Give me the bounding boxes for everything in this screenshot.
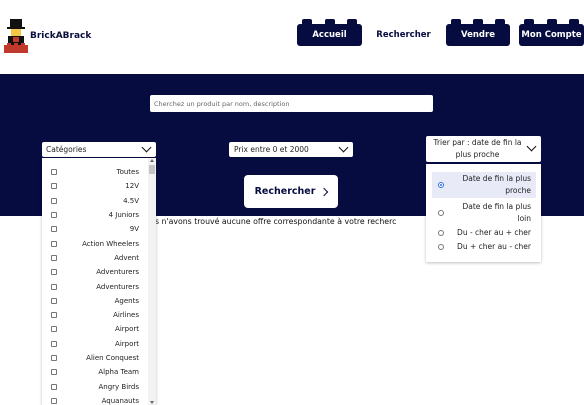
header: BrickABrack Accueil Rechercher Vendre Mo… xyxy=(0,0,584,70)
checkbox[interactable] xyxy=(51,369,57,376)
checkbox[interactable] xyxy=(51,397,57,404)
nav-search-label: Rechercher xyxy=(376,30,431,40)
category-label: Advent xyxy=(114,253,139,262)
search-input[interactable] xyxy=(150,95,433,112)
category-label: Toutes xyxy=(116,168,139,177)
checkbox[interactable] xyxy=(51,269,57,276)
sort-option-label: Du - cher au + cher xyxy=(457,228,531,237)
checkbox[interactable] xyxy=(51,254,57,261)
sort-options-list: Date de fin la plus proche Date de fin l… xyxy=(426,164,541,262)
search-button-label: Rechercher xyxy=(254,186,316,197)
sort-option[interactable]: Du - cher au + cher xyxy=(432,227,536,239)
category-item[interactable]: 12V xyxy=(42,179,147,193)
category-item[interactable]: Toutes xyxy=(42,165,147,179)
checkbox[interactable] xyxy=(51,383,57,390)
sort-option-label: Date de fin la plus loin xyxy=(462,202,532,223)
nav-sell-button[interactable]: Vendre xyxy=(446,19,510,46)
category-item[interactable]: Airport xyxy=(42,337,147,351)
nav-search-button[interactable]: Rechercher xyxy=(371,24,436,46)
radio-icon[interactable] xyxy=(438,230,444,236)
category-label: Adventurers xyxy=(96,282,139,291)
category-label: Airport xyxy=(115,325,139,334)
categories-select-label: Catégories xyxy=(46,145,87,154)
category-label: Action Wheelers xyxy=(82,239,139,248)
category-label: Agents xyxy=(114,296,139,305)
category-label: 4 Juniors xyxy=(108,211,139,220)
sort-select-label: Trier par : date de fin la plus proche xyxy=(433,138,522,159)
category-item[interactable]: Airlines xyxy=(42,308,147,322)
chevron-down-icon xyxy=(141,142,152,153)
category-item[interactable]: Agents xyxy=(42,294,147,308)
category-label: 12V xyxy=(125,182,139,191)
category-label: Alpha Team xyxy=(98,368,139,377)
radio-icon[interactable] xyxy=(438,210,444,216)
checkbox[interactable] xyxy=(51,297,57,304)
categories-select[interactable]: Catégories xyxy=(42,142,156,157)
sort-select[interactable]: Trier par : date de fin la plus proche xyxy=(426,136,541,162)
nav-home-button[interactable]: Accueil xyxy=(297,19,362,46)
scroll-down-icon[interactable] xyxy=(150,401,154,404)
sort-option[interactable]: Du + cher au - cher xyxy=(432,241,536,253)
category-label: Airport xyxy=(115,339,139,348)
chevron-down-icon xyxy=(338,142,349,153)
checkbox[interactable] xyxy=(51,355,57,362)
category-label: 4.5V xyxy=(123,196,139,205)
categories-list: Toutes 12V 4.5V 4 Juniors 9V Action Wheelers A… xyxy=(42,158,156,405)
search-button[interactable]: Rechercher xyxy=(244,175,338,208)
scroll-up-icon[interactable] xyxy=(150,159,154,162)
chevron-down-icon xyxy=(526,141,537,152)
category-item[interactable]: 4 Juniors xyxy=(42,208,147,222)
category-label: Aquanauts xyxy=(101,396,139,405)
category-item[interactable]: Adventurers xyxy=(42,279,147,293)
category-label: Adventurers xyxy=(96,268,139,277)
category-item[interactable]: Alien Conquest xyxy=(42,351,147,365)
page: BrickABrack Accueil Rechercher Vendre Mo… xyxy=(0,0,584,405)
checkbox[interactable] xyxy=(51,326,57,333)
nav-account-label: Mon Compte xyxy=(521,30,582,40)
category-label: 9V xyxy=(129,225,139,234)
no-results-message: us n'avons trouvé aucune offre correspon… xyxy=(150,217,397,226)
category-item[interactable]: Adventurers xyxy=(42,265,147,279)
category-item[interactable]: Angry Birds xyxy=(42,380,147,394)
price-select-label: Prix entre 0 et 2000 xyxy=(234,145,309,154)
scrollbar-thumb[interactable] xyxy=(149,165,155,174)
brand-name: BrickABrack xyxy=(30,31,92,41)
checkbox[interactable] xyxy=(51,312,57,319)
chevron-right-icon xyxy=(320,187,329,196)
scrollbar[interactable] xyxy=(148,158,156,405)
checkbox[interactable] xyxy=(51,340,57,347)
category-item[interactable]: Advent xyxy=(42,251,147,265)
category-item[interactable]: Airport xyxy=(42,322,147,336)
radio-icon[interactable] xyxy=(438,244,444,250)
logo[interactable]: BrickABrack xyxy=(4,16,154,56)
category-label: Angry Birds xyxy=(98,382,139,391)
category-item[interactable]: Alpha Team xyxy=(42,365,147,379)
checkbox[interactable] xyxy=(51,212,57,219)
category-item[interactable]: Aquanauts xyxy=(42,394,147,405)
checkbox[interactable] xyxy=(51,169,57,176)
sort-option[interactable]: Date de fin la plus loin xyxy=(432,200,536,226)
radio-selected-icon[interactable] xyxy=(438,182,444,188)
nav-account-button[interactable]: Mon Compte xyxy=(519,19,584,46)
checkbox[interactable] xyxy=(51,240,57,247)
nav-sell-label: Vendre xyxy=(461,30,495,40)
category-label: Alien Conquest xyxy=(86,354,139,363)
checkbox[interactable] xyxy=(51,226,57,233)
sort-option-label: Du + cher au - cher xyxy=(457,242,531,251)
category-item[interactable]: 9V xyxy=(42,222,147,236)
checkbox[interactable] xyxy=(51,283,57,290)
category-label: Airlines xyxy=(113,311,139,320)
nav-home-label: Accueil xyxy=(312,30,347,40)
logo-icon xyxy=(4,19,28,53)
checkbox[interactable] xyxy=(51,183,57,190)
checkbox[interactable] xyxy=(51,197,57,204)
category-item[interactable]: 4.5V xyxy=(42,194,147,208)
sort-option-label: Date de fin la plus proche xyxy=(462,174,532,195)
sort-option[interactable]: Date de fin la plus proche xyxy=(432,172,536,198)
category-item[interactable]: Action Wheelers xyxy=(42,237,147,251)
price-select[interactable]: Prix entre 0 et 2000 xyxy=(229,142,353,157)
